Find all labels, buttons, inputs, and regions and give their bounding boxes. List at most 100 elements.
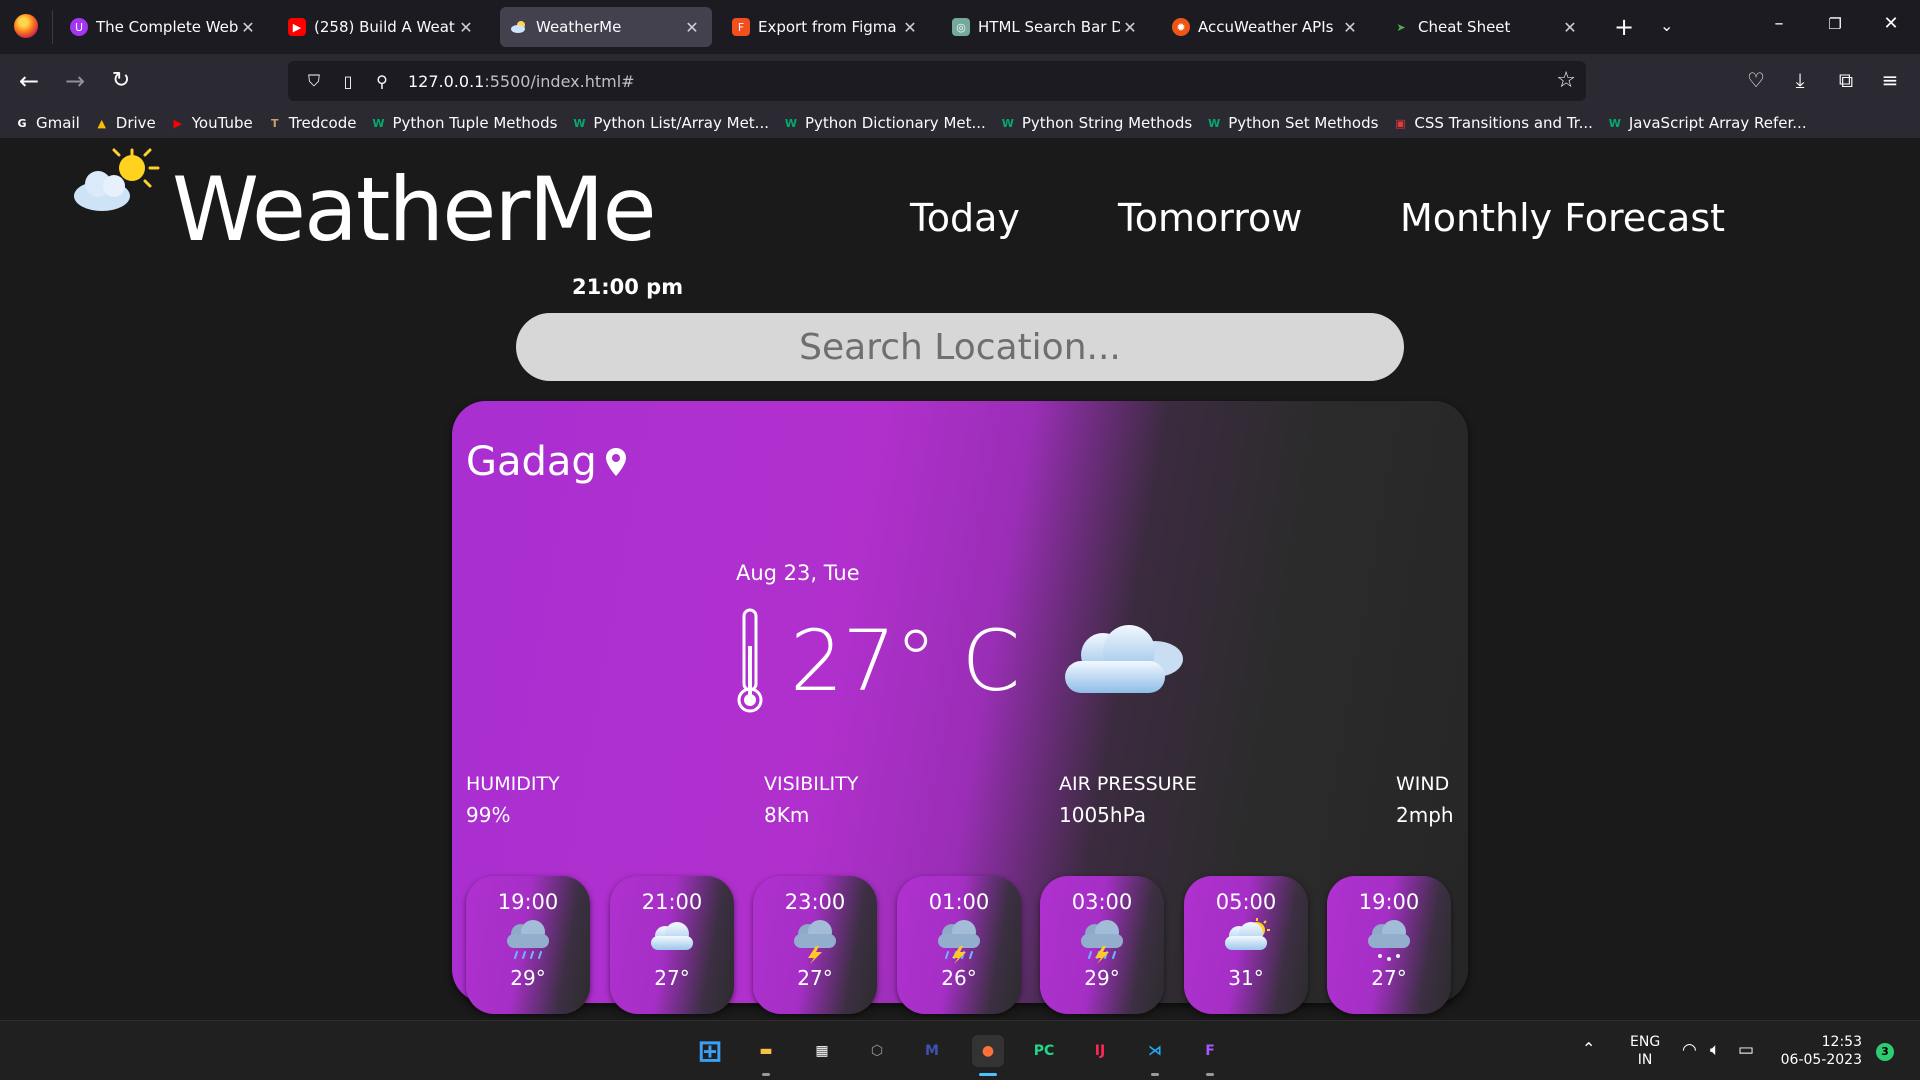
windows-start-icon[interactable]: ⊞ xyxy=(694,1034,726,1069)
close-tab-icon[interactable]: ✕ xyxy=(456,18,476,37)
shield-icon[interactable]: ⛉ xyxy=(300,71,328,91)
bookmark-item[interactable]: ▲ Drive xyxy=(94,114,156,132)
microsoft-store-icon[interactable]: ▦ xyxy=(806,1035,838,1067)
reload-icon[interactable]: ↻ xyxy=(106,67,136,95)
page-icon[interactable]: ▯ xyxy=(334,72,362,91)
restore-icon[interactable]: ❐ xyxy=(1820,15,1850,33)
hourly-forecast-card[interactable]: 03:00 29° xyxy=(1040,876,1164,1014)
w3schools-icon: W xyxy=(1208,116,1221,130)
bookmark-label: Tredcode xyxy=(288,114,357,132)
google-icon: G xyxy=(17,116,27,130)
unity-hub-icon[interactable]: ⬡ xyxy=(861,1035,893,1067)
figma-icon[interactable]: F xyxy=(1194,1035,1226,1067)
bookmark-item[interactable]: W Python String Methods xyxy=(1000,114,1192,132)
permissions-icon[interactable]: ⚲ xyxy=(368,72,396,91)
windows-taskbar: ⌃ ENG IN ◠ 🔈︎ ▭ 12:53 06-05-2023 3 ⊞ ▬ ▦ ⬡ M… xyxy=(0,1020,1920,1080)
visibility-stat: VISIBILITY 8Km xyxy=(764,773,859,827)
weather-app-page: WeatherMe Today Tomorrow Monthly Forecas… xyxy=(0,138,1920,1020)
browser-tab[interactable]: U The Complete Web De ✕ xyxy=(60,7,268,47)
thermometer-icon xyxy=(737,608,763,713)
wifi-icon[interactable]: ◠ xyxy=(1682,1040,1697,1060)
browser-tab[interactable]: ✹ AccuWeather APIs | ho ✕ xyxy=(1162,7,1370,47)
bookmark-item[interactable]: ▶ YouTube xyxy=(170,114,253,132)
w3schools-icon: W xyxy=(372,116,385,130)
forward-icon[interactable]: → xyxy=(60,67,90,95)
hourly-forecast-card[interactable]: 05:00 31° xyxy=(1184,876,1308,1014)
city-heading: Gadag xyxy=(466,439,627,485)
temperature-row: 27° C xyxy=(736,601,1187,721)
accuweather-icon: ✹ xyxy=(1172,18,1190,36)
show-hidden-icons-icon[interactable]: ⌃ xyxy=(1582,1040,1595,1058)
volume-icon[interactable]: 🔈︎ xyxy=(1710,1040,1720,1060)
thunder-rain-icon xyxy=(1081,920,1123,964)
hourly-forecast-card[interactable]: 19:00 29° xyxy=(466,876,590,1014)
bookmark-item[interactable]: W Python Tuple Methods xyxy=(371,114,558,132)
pocket-icon[interactable]: ♡ xyxy=(1742,68,1770,92)
menu-icon[interactable]: ≡ xyxy=(1876,68,1904,92)
browser-tab[interactable]: ➤ Cheat Sheet ✕ xyxy=(1382,7,1590,47)
bookmark-label: JavaScript Array Refer... xyxy=(1628,114,1807,132)
close-tab-icon[interactable]: ✕ xyxy=(1120,18,1140,37)
firefox-icon[interactable]: ● xyxy=(972,1035,1004,1067)
new-tab-icon[interactable]: + xyxy=(1612,13,1636,41)
url-bar[interactable]: ⛉ ▯ ⚲ 127.0.0.1:5500/index.html# ☆ xyxy=(288,61,1586,101)
nav-link-tomorrow[interactable]: Tomorrow xyxy=(1118,196,1302,240)
browser-tab-active[interactable]: WeatherMe ✕ xyxy=(500,7,712,47)
bookmark-item[interactable]: T Tredcode xyxy=(267,114,357,132)
minimize-icon[interactable]: – xyxy=(1764,13,1794,34)
browser-tab[interactable]: ◎ HTML Search Bar Desi ✕ xyxy=(942,7,1150,47)
notification-badge[interactable]: 3 xyxy=(1876,1043,1894,1061)
hourly-forecast-card[interactable]: 23:00 27° xyxy=(753,876,877,1014)
system-clock[interactable]: 12:53 06-05-2023 xyxy=(1780,1033,1862,1069)
bookmark-item[interactable]: W Python Set Methods xyxy=(1206,114,1378,132)
cheatsheet-icon: ➤ xyxy=(1396,20,1406,34)
bookmark-label: Python List/Array Met... xyxy=(593,114,769,132)
hourly-forecast-card[interactable]: 21:00 27° xyxy=(610,876,734,1014)
maple-icon[interactable]: M xyxy=(916,1035,948,1067)
back-icon[interactable]: ← xyxy=(14,67,44,95)
close-window-icon[interactable]: ✕ xyxy=(1876,13,1906,34)
extensions-icon[interactable]: ⧉ xyxy=(1832,68,1860,92)
language-indicator[interactable]: ENG IN xyxy=(1630,1033,1660,1069)
bookmark-label: Python Tuple Methods xyxy=(392,114,558,132)
bookmark-item[interactable]: G Gmail xyxy=(14,114,80,132)
file-explorer-icon[interactable]: ▬ xyxy=(750,1035,782,1067)
bookmark-label: Gmail xyxy=(36,114,80,132)
hourly-time: 23:00 xyxy=(784,890,846,914)
list-all-tabs-icon[interactable]: ⌄ xyxy=(1660,16,1673,35)
city-name: Gadag xyxy=(466,439,597,485)
bookmark-item[interactable]: W Python List/Array Met... xyxy=(571,114,769,132)
browser-tab[interactable]: ▶ (258) Build A Weather ✕ xyxy=(278,7,486,47)
bookmark-star-icon[interactable]: ☆ xyxy=(1556,68,1576,93)
browser-tab[interactable]: F Export from Figma – F ✕ xyxy=(722,7,930,47)
w3schools-icon: W xyxy=(784,116,798,130)
close-tab-icon[interactable]: ✕ xyxy=(682,18,702,37)
battery-icon[interactable]: ▭ xyxy=(1738,1040,1754,1060)
nav-link-monthly-forecast[interactable]: Monthly Forecast xyxy=(1400,196,1725,240)
close-tab-icon[interactable]: ✕ xyxy=(238,18,258,37)
bookmark-item[interactable]: W JavaScript Array Refer... xyxy=(1607,114,1807,132)
sun-cloud-icon xyxy=(1225,918,1270,950)
vscode-icon[interactable]: ⋊ xyxy=(1139,1035,1171,1067)
close-tab-icon[interactable]: ✕ xyxy=(1560,18,1580,37)
url-text[interactable]: 127.0.0.1:5500/index.html# xyxy=(408,72,635,91)
pycharm-icon[interactable]: PC xyxy=(1028,1035,1060,1067)
hourly-time: 21:00 xyxy=(641,890,703,914)
hourly-temperature: 27° xyxy=(1371,966,1407,990)
hourly-time: 19:00 xyxy=(497,890,559,914)
firefox-logo-icon[interactable] xyxy=(14,14,38,38)
download-icon[interactable]: ⤓ xyxy=(1786,68,1814,92)
hourly-time: 19:00 xyxy=(1358,890,1420,914)
hourly-forecast-card[interactable]: 01:00 26° xyxy=(897,876,1021,1014)
hourly-temperature: 27° xyxy=(797,966,833,990)
close-tab-icon[interactable]: ✕ xyxy=(900,18,920,37)
nav-link-today[interactable]: Today xyxy=(910,196,1020,240)
bookmark-item[interactable]: ▣ CSS Transitions and Tr... xyxy=(1392,114,1593,132)
humidity-stat: HUMIDITY 99% xyxy=(466,773,560,827)
close-tab-icon[interactable]: ✕ xyxy=(1340,18,1360,37)
intellij-icon[interactable]: IJ xyxy=(1084,1035,1116,1067)
search-location-input[interactable] xyxy=(516,313,1404,381)
hourly-forecast-card[interactable]: 19:00 27° xyxy=(1327,876,1451,1014)
bookmark-item[interactable]: W Python Dictionary Met... xyxy=(783,114,986,132)
hourly-temperature: 31° xyxy=(1228,966,1264,990)
